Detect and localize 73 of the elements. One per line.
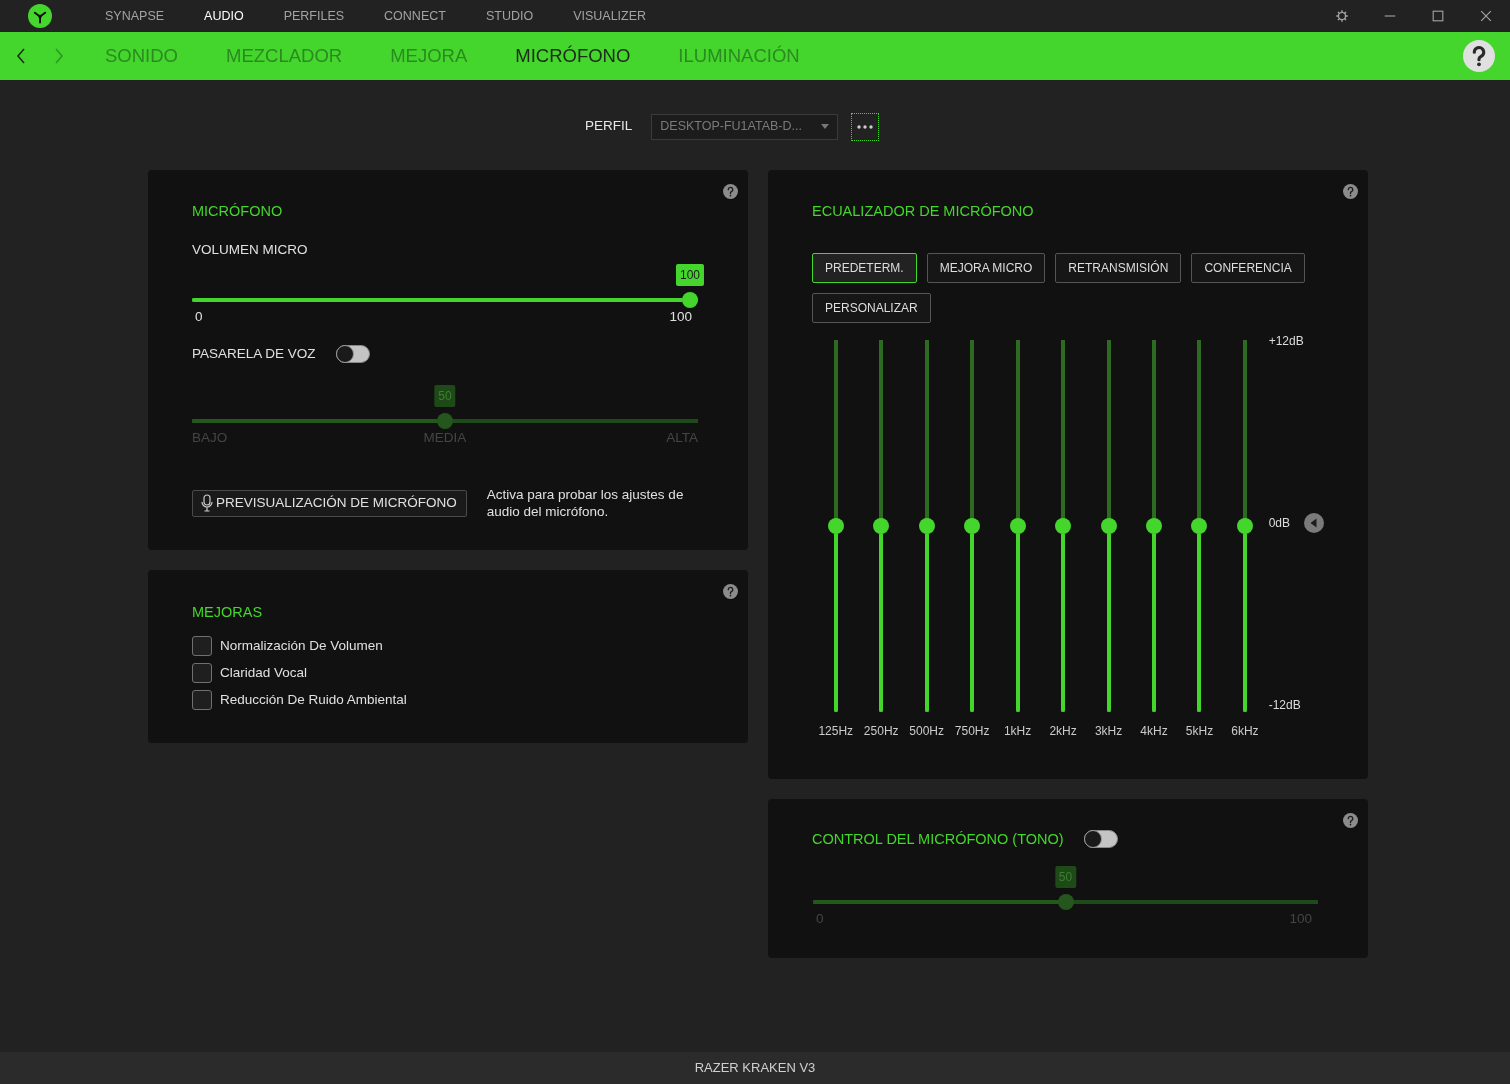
help-icon[interactable]	[1343, 813, 1358, 828]
caret-icon	[821, 124, 830, 129]
help-icon[interactable]	[723, 184, 738, 199]
scale-label: 0	[195, 309, 203, 325]
nav-tab[interactable]: STUDIO	[485, 8, 534, 24]
close-icon[interactable]	[1479, 9, 1493, 23]
section-tab[interactable]: MICRÓFONO	[515, 44, 631, 68]
eq-slider-thumb[interactable]	[1100, 518, 1117, 534]
profile-label: PERFIL	[585, 117, 633, 136]
eq-slider-thumb[interactable]	[964, 518, 981, 534]
scale-label: 0dB	[1268, 515, 1291, 531]
slider-thumb[interactable]	[437, 413, 453, 429]
microphone-icon	[201, 494, 213, 512]
more-button[interactable]	[851, 112, 880, 141]
option-label: Claridad Vocal	[220, 664, 308, 682]
frequency-label: 250Hz	[863, 723, 899, 739]
frequency-label: 4kHz	[1140, 723, 1168, 739]
panel-title: ECUALIZADOR DE MICRÓFONO	[812, 202, 1035, 220]
profile-dropdown[interactable]: DESKTOP-FU1ATAB-D...	[651, 113, 839, 140]
frequency-label: 2kHz	[1049, 723, 1077, 739]
preset-button[interactable]: RETRANSMISIÓN	[1055, 253, 1182, 283]
frequency-label: 5kHz	[1185, 723, 1214, 739]
eq-slider-thumb[interactable]	[1009, 518, 1026, 534]
frequency-label: 125Hz	[818, 723, 854, 739]
eq-slider-thumb[interactable]	[827, 518, 844, 534]
option-label: Reducción De Ruido Ambiental	[220, 691, 407, 709]
eq-slider-thumb[interactable]	[918, 518, 935, 534]
device-name: RAZER KRAKEN V3	[694, 1059, 816, 1078]
preset-button[interactable]: MEJORA MICRO	[926, 253, 1046, 283]
panel-title: MICRÓFONO	[192, 202, 284, 220]
nav-tab[interactable]: SYNAPSE	[105, 8, 165, 24]
scale-label: -12dB	[1268, 697, 1302, 713]
nav-tab[interactable]: AUDIO	[204, 8, 244, 24]
eq-slider-thumb[interactable]	[1055, 518, 1072, 534]
help-icon[interactable]	[1343, 184, 1358, 199]
help-icon[interactable]	[723, 584, 738, 599]
eq-slider-thumb[interactable]	[1146, 518, 1162, 534]
logo-icon	[28, 4, 52, 28]
preview-button[interactable]: PREVISUALIZACIÓN DE MICRÓFONO	[192, 489, 467, 517]
frequency-label: 6kHz	[1231, 723, 1259, 739]
nav-tab[interactable]: CONNECT	[384, 8, 446, 24]
panel-title: CONTROL DEL MICRÓFONO (TONO)	[812, 830, 1064, 848]
scale-label: +12dB	[1268, 333, 1305, 349]
preset-button[interactable]: PERSONALIZAR	[812, 293, 931, 323]
checkbox[interactable]	[192, 690, 212, 710]
slider-thumb[interactable]	[682, 292, 698, 308]
toggle-switch[interactable]	[1083, 830, 1118, 848]
nav-tab[interactable]: VISUALIZER	[573, 8, 647, 24]
checkbox[interactable]	[192, 636, 212, 656]
toggle-switch[interactable]	[335, 345, 370, 363]
help-icon[interactable]	[1463, 40, 1495, 72]
nav-tab[interactable]: PERFILES	[283, 8, 345, 24]
maximize-icon[interactable]	[1431, 9, 1445, 23]
panel-title: MEJORAS	[192, 603, 264, 621]
checkbox[interactable]	[192, 663, 212, 683]
frequency-label: 3kHz	[1094, 723, 1123, 739]
eq-slider-thumb[interactable]	[1191, 518, 1208, 534]
frequency-label: 750Hz	[954, 723, 990, 739]
settings-icon[interactable]	[1335, 9, 1349, 23]
scale-label: 100	[669, 309, 692, 325]
preset-button[interactable]: CONFERENCIA	[1191, 253, 1305, 283]
frequency-label: 1kHz	[1003, 723, 1032, 739]
value-badge: 100	[676, 264, 704, 286]
volume-label: VOLUMEN MICRO	[192, 241, 309, 259]
more-dots-icon	[857, 124, 874, 129]
option-label: Normalización De Volumen	[220, 637, 383, 655]
voice-gate-label: PASARELA DE VOZ	[192, 345, 316, 363]
slider-thumb[interactable]	[1057, 894, 1074, 910]
frequency-label: 500Hz	[909, 723, 944, 739]
eq-slider-thumb[interactable]	[1236, 518, 1253, 534]
eq-slider-thumb[interactable]	[873, 518, 890, 534]
hint-text: Activa para probar los ajustes de audio del micrófono.	[486, 486, 685, 520]
preset-button[interactable]: PREDETERM.	[812, 253, 917, 283]
